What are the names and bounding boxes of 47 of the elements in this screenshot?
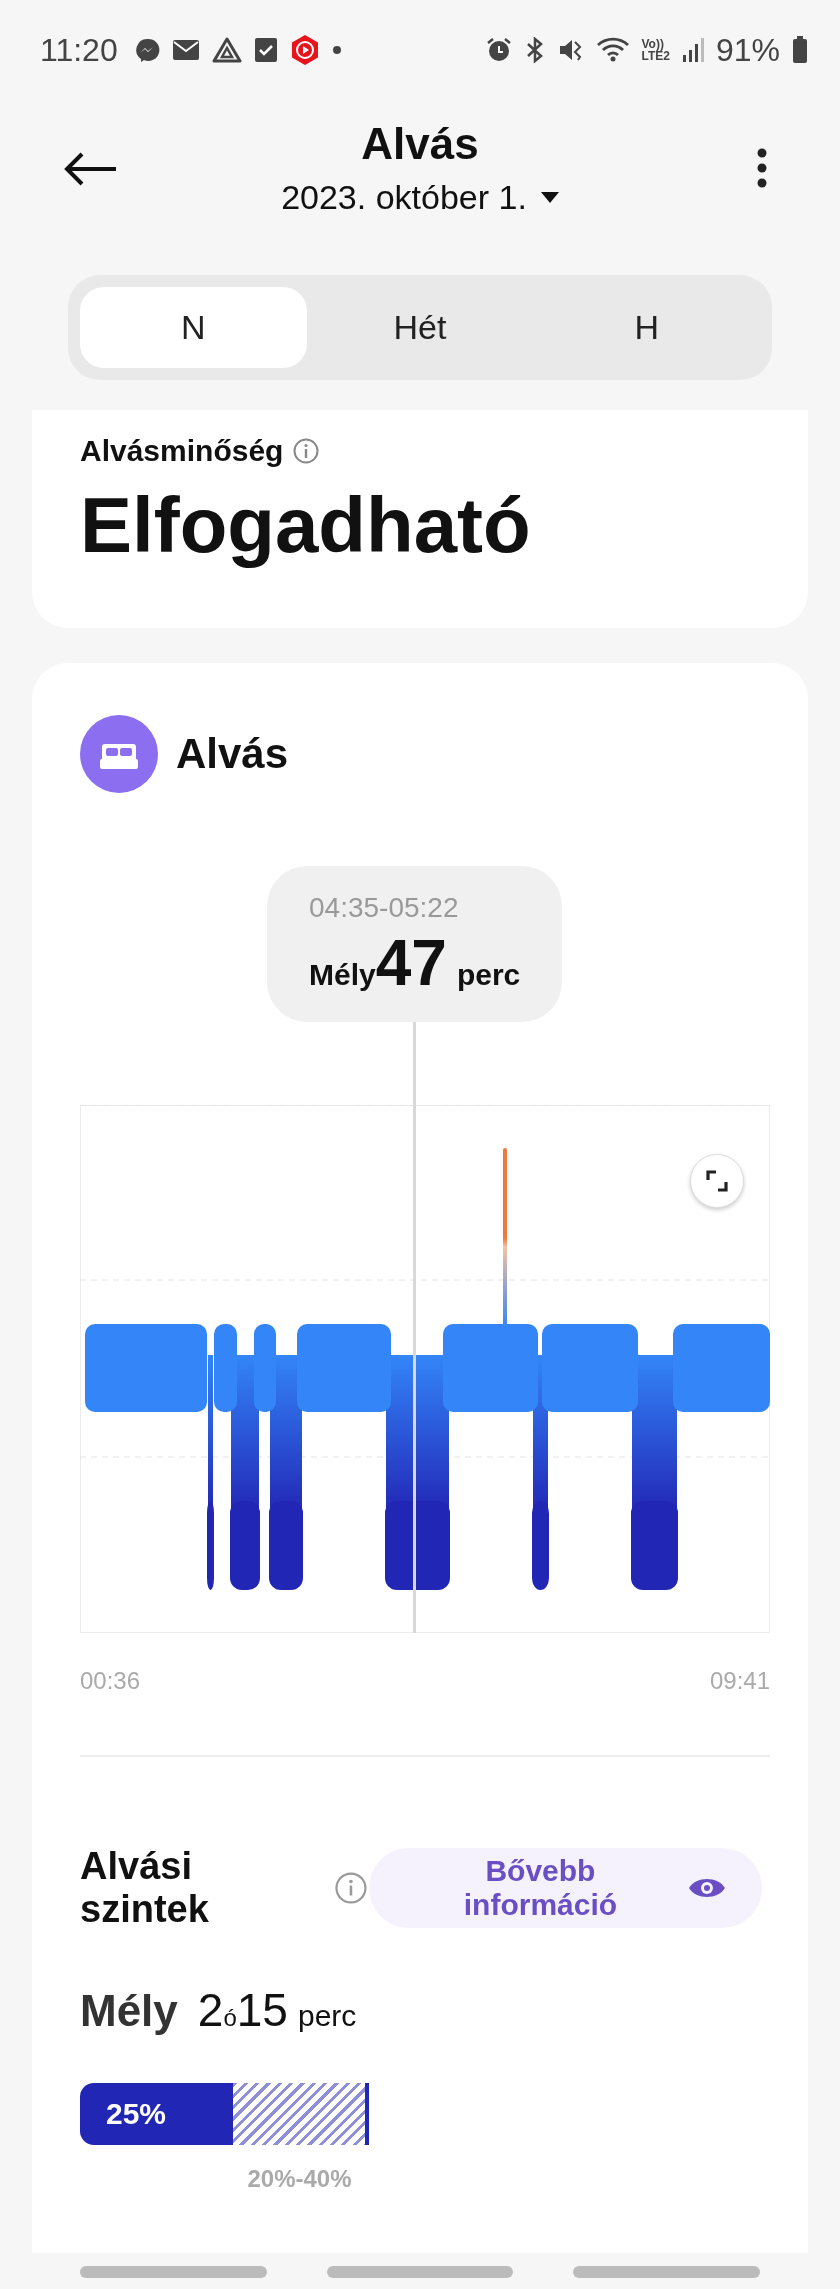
caret-icon [540, 191, 559, 204]
stage-hours: 2 [197, 1983, 224, 2037]
info-icon[interactable] [293, 438, 320, 464]
period-tab[interactable]: H [533, 287, 760, 368]
expand-button[interactable] [690, 1154, 744, 1208]
levels-title: Alvási szintek [80, 1845, 210, 1931]
messenger-icon [133, 37, 160, 63]
stage-minutes-unit: perc [297, 1999, 357, 2033]
tooltip-unit: perc [456, 958, 521, 992]
target-range-label: 20%-40% [247, 2165, 352, 2192]
period-tab[interactable]: N [80, 287, 307, 368]
quality-label: Alvásminőség [80, 434, 284, 468]
back-arrow-icon[interactable] [64, 152, 118, 186]
more-options-icon[interactable] [757, 148, 767, 188]
info-icon[interactable] [334, 1872, 367, 1904]
status-time: 11:20 [40, 31, 118, 69]
alarm-icon [485, 37, 512, 63]
more-info-button[interactable]: Bővebb információ [368, 1848, 762, 1928]
stage-name: Mély [80, 1986, 178, 2036]
stage-percent: 25% [106, 2097, 167, 2131]
play-icon [289, 34, 320, 66]
tooltip-time-range: 04:35-05:22 [309, 892, 460, 924]
page-title: Alvás [361, 118, 479, 170]
dot-icon [331, 45, 342, 55]
triangle-icon [211, 37, 242, 63]
mute-icon [557, 37, 584, 63]
battery-percent: 91% [715, 31, 780, 69]
wifi-icon [595, 36, 630, 64]
period-tab[interactable]: Hét [306, 287, 534, 368]
eye-icon [688, 1876, 726, 1900]
checkbox-icon [253, 37, 278, 63]
network-label: LTE2 [641, 50, 670, 62]
signal-icon [681, 37, 704, 63]
date-selector[interactable]: 2023. október 1. [281, 172, 559, 223]
quality-value: Elfogadható [80, 480, 532, 571]
expand-icon [706, 1170, 728, 1192]
stage-minutes: 15 [236, 1983, 288, 2037]
tooltip-stage: Mély [309, 958, 376, 992]
mail-icon [171, 39, 200, 61]
tooltip-duration: 47 [375, 928, 447, 998]
axis-end-time: 09:41 [709, 1667, 770, 1695]
network-label: Vo)) [641, 38, 665, 50]
sleep-title: Alvás [176, 730, 289, 778]
axis-start-time: 00:36 [80, 1667, 141, 1695]
battery-icon [792, 36, 808, 64]
stage-hours-unit: ó [223, 2004, 237, 2032]
bed-icon [80, 715, 158, 793]
